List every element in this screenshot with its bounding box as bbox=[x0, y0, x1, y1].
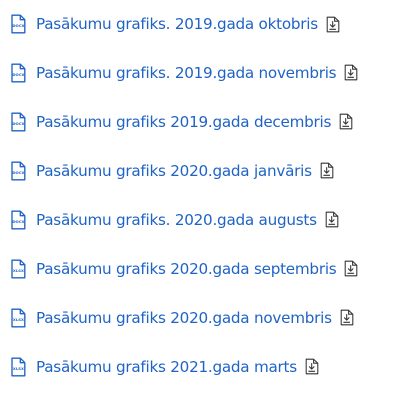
svg-text:XLSX: XLSX bbox=[13, 365, 24, 370]
download-icon[interactable] bbox=[340, 309, 354, 326]
svg-text:DOCX: DOCX bbox=[12, 218, 24, 223]
xlsx-file-icon: XLSX bbox=[11, 259, 26, 278]
file-link[interactable]: Pasākumu grafiks. 2020.gada augusts bbox=[36, 210, 317, 230]
file-list-item: XLSX Pasākumu grafiks 2021.gada marts bbox=[10, 342, 409, 391]
download-icon[interactable] bbox=[339, 113, 353, 130]
file-list-item: DOCX Pasākumu grafiks 2019.gada decembri… bbox=[10, 97, 409, 146]
docx-file-icon: DOCX bbox=[11, 14, 26, 34]
svg-text:XLSX: XLSX bbox=[13, 267, 24, 272]
docx-file-icon: DOCX bbox=[11, 63, 26, 82]
svg-text:DOCX: DOCX bbox=[12, 120, 24, 125]
xlsx-file-icon: XLSX bbox=[11, 357, 26, 376]
file-link[interactable]: Pasākumu grafiks 2021.gada marts bbox=[36, 357, 297, 377]
file-list-item: DOCX Pasākumu grafiks 2020.gada janvāris bbox=[10, 146, 409, 195]
file-link[interactable]: Pasākumu grafiks. 2019.gada novembris bbox=[36, 63, 337, 83]
xlsx-file-icon: XLSX bbox=[11, 308, 26, 327]
download-icon[interactable] bbox=[325, 211, 339, 228]
file-link[interactable]: Pasākumu grafiks. 2019.gada oktobris bbox=[36, 14, 318, 34]
download-icon[interactable] bbox=[320, 162, 334, 179]
file-link[interactable]: Pasākumu grafiks 2020.gada novembris bbox=[36, 308, 332, 328]
file-list-item: DOCX Pasākumu grafiks. 2019.gada oktobri… bbox=[10, 0, 409, 48]
file-list-item: DOCX Pasākumu grafiks. 2019.gada novembr… bbox=[10, 48, 409, 97]
file-list-item: XLSX Pasākumu grafiks 2020.gada septembr… bbox=[10, 244, 409, 293]
docx-file-icon: DOCX bbox=[11, 210, 26, 229]
file-link[interactable]: Pasākumu grafiks 2020.gada septembris bbox=[36, 259, 337, 279]
svg-text:DOCX: DOCX bbox=[12, 23, 24, 28]
file-link[interactable]: Pasākumu grafiks 2019.gada decembris bbox=[36, 112, 331, 132]
file-link[interactable]: Pasākumu grafiks 2020.gada janvāris bbox=[36, 161, 312, 181]
docx-file-icon: DOCX bbox=[11, 161, 26, 180]
download-icon[interactable] bbox=[344, 64, 358, 81]
download-icon[interactable] bbox=[305, 358, 319, 375]
download-icon[interactable] bbox=[344, 260, 358, 277]
file-list-item: XLSX Pasākumu grafiks 2020.gada novembri… bbox=[10, 293, 409, 342]
file-list: DOCX Pasākumu grafiks. 2019.gada oktobri… bbox=[10, 0, 409, 391]
svg-text:XLSX: XLSX bbox=[13, 316, 24, 321]
file-list-item: DOCX Pasākumu grafiks. 2020.gada augusts bbox=[10, 195, 409, 244]
svg-text:DOCX: DOCX bbox=[12, 71, 24, 76]
docx-file-icon: DOCX bbox=[11, 112, 26, 131]
download-icon[interactable] bbox=[326, 16, 340, 33]
svg-text:DOCX: DOCX bbox=[12, 169, 24, 174]
